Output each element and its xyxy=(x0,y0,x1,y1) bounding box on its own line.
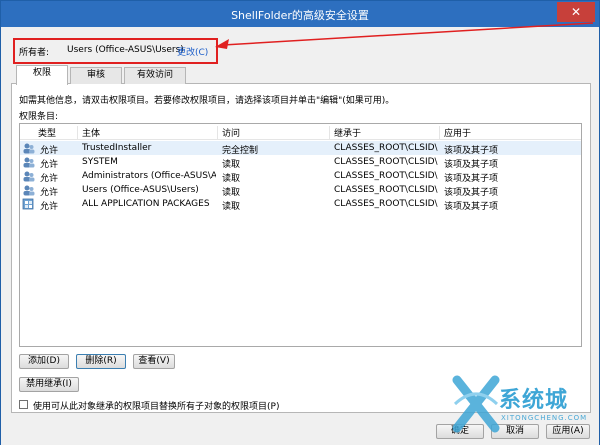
row-inherited-from: CLASSES_ROOT\CLSID\{8... xyxy=(334,199,438,209)
column-applies-to[interactable]: 应用于 xyxy=(440,126,580,140)
row-principal: TrustedInstaller xyxy=(82,143,152,153)
column-inherited-from[interactable]: 继承于 xyxy=(330,126,440,140)
tab-effective-access[interactable]: 有效访问 xyxy=(124,67,186,84)
owner-value: Users (Office-ASUS\Users) xyxy=(67,45,184,55)
row-principal: Administrators (Office-ASUS\Ad... xyxy=(82,171,216,181)
column-access[interactable]: 访问 xyxy=(218,126,330,140)
row-inherited-from: CLASSES_ROOT\CLSID\{8... xyxy=(334,157,438,167)
add-button[interactable]: 添加(D) xyxy=(19,354,69,369)
table-row[interactable]: 允许 SYSTEM 读取 CLASSES_ROOT\CLSID\{8... 该项… xyxy=(20,155,581,170)
tab-auditing[interactable]: 审核 xyxy=(70,67,122,84)
user-icon xyxy=(23,143,35,154)
row-inherited-from: CLASSES_ROOT\CLSID\{8... xyxy=(334,143,438,153)
table-row[interactable]: 允许 ALL APPLICATION PACKAGES 读取 CLASSES_R… xyxy=(20,197,581,212)
watermark-subtext: XITONGCHENG.COM xyxy=(501,414,588,422)
watermark-logo: 系统城 XITONGCHENG.COM xyxy=(451,372,591,436)
row-principal: SYSTEM xyxy=(82,157,118,167)
remove-button[interactable]: 删除(R) xyxy=(76,354,126,369)
permission-entries-label: 权限条目: xyxy=(19,112,59,122)
replace-child-permissions-checkbox[interactable] xyxy=(19,400,28,409)
tab-permissions[interactable]: 权限 xyxy=(16,65,68,85)
row-inherited-from: CLASSES_ROOT\CLSID\{8... xyxy=(334,185,438,195)
watermark-x-icon xyxy=(452,375,500,433)
list-header: 类型 主体 访问 继承于 应用于 xyxy=(20,124,581,140)
owner-label: 所有者: xyxy=(19,48,50,58)
row-inherited-from: CLASSES_ROOT\CLSID\{8... xyxy=(334,171,438,181)
table-row[interactable]: 允许 Users (Office-ASUS\Users) 读取 CLASSES_… xyxy=(20,183,581,198)
row-access: 读取 xyxy=(222,202,241,212)
annotation-arrow-icon xyxy=(215,22,594,49)
table-row[interactable]: 允许 TrustedInstaller 完全控制 CLASSES_ROOT\CL… xyxy=(20,141,581,156)
column-type[interactable]: 类型 xyxy=(34,126,78,140)
row-principal: ALL APPLICATION PACKAGES xyxy=(82,199,210,209)
row-applies-to: 该项及其子项 xyxy=(444,202,499,212)
table-row[interactable]: 允许 Administrators (Office-ASUS\Ad... 读取 … xyxy=(20,169,581,184)
info-text: 如需其他信息，请双击权限项目。若要修改权限项目，请选择该项目并单击"编辑"(如果… xyxy=(19,96,395,106)
disable-inheritance-button[interactable]: 禁用继承(I) xyxy=(19,377,79,392)
permission-entries-list[interactable]: 类型 主体 访问 继承于 应用于 允许 TrustedInstaller 完全控… xyxy=(19,123,582,347)
package-icon xyxy=(22,198,34,210)
change-owner-link[interactable]: 更改(C) xyxy=(177,45,208,58)
advanced-security-dialog: ShellFolder的高级安全设置 ✕ 所有者: Users (Office-… xyxy=(0,0,600,445)
column-principal[interactable]: 主体 xyxy=(78,126,218,140)
view-button[interactable]: 查看(V) xyxy=(133,354,175,369)
close-button[interactable]: ✕ xyxy=(557,2,595,22)
row-type: 允许 xyxy=(40,202,59,212)
row-principal: Users (Office-ASUS\Users) xyxy=(82,185,199,195)
watermark-text: 系统城 xyxy=(499,388,569,413)
user-icon xyxy=(23,157,35,168)
replace-child-permissions-label: 使用可从此对象继承的权限项目替换所有子对象的权限项目(P) xyxy=(33,402,280,412)
user-icon xyxy=(23,171,35,182)
user-icon xyxy=(23,185,35,196)
